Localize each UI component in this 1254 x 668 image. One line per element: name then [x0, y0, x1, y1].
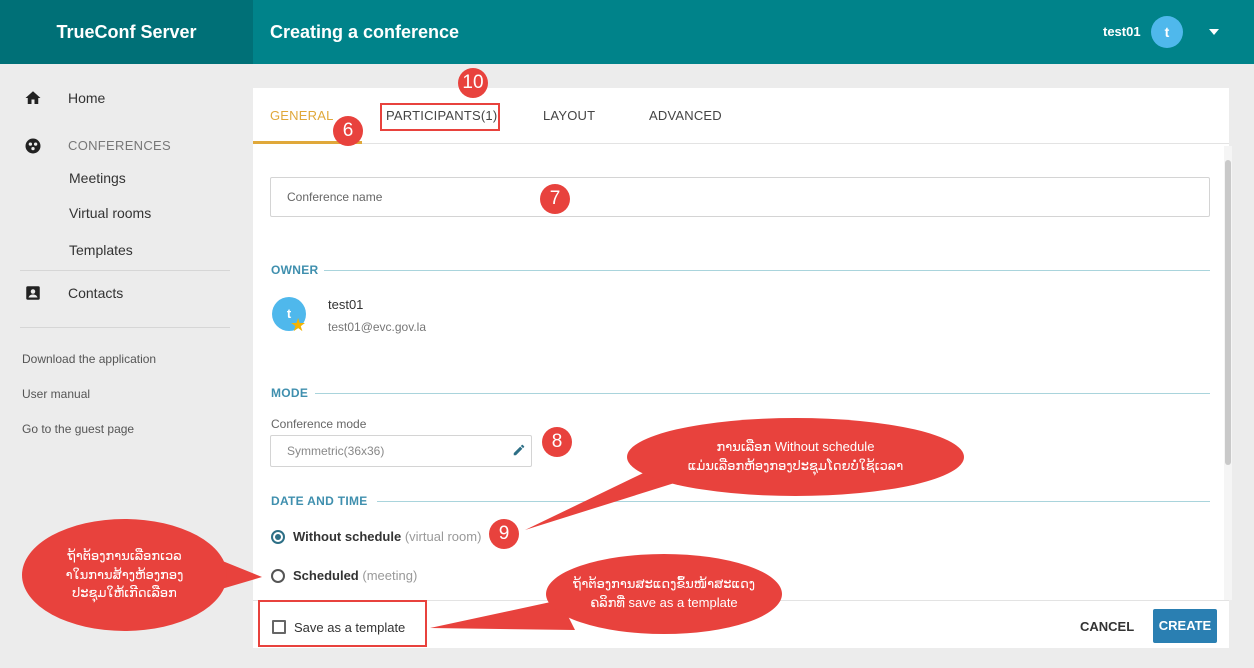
annotation-text: ປະຊຸມໃຫ້ເກີດເລືອກ	[72, 585, 177, 601]
annotation-text: ຄລິກທີ່ save as a template	[590, 595, 738, 610]
annotation-text: ການເລືອກ Without schedule	[716, 439, 875, 455]
annotation-bubble-without-schedule: ການເລືອກ Without schedule ແມ່ນເລືອກຫ້ອງກ…	[627, 418, 964, 496]
annotation-bubble-template: ຖ້າຕ້ອງການສະແດງຂຶ້ນໜ້າສະແດງ ຄລິກທີ່ save…	[546, 554, 782, 634]
annotation-text: ຖ້າຕ້ອງການສະແດງຂຶ້ນໜ້າສະແດງ	[572, 576, 756, 592]
annotation-bubble-scheduled: ຖ້າຕ້ອງການເລືອກເວລ າໃນການສ້າງຫ້ອງກອງ ປະຊ…	[22, 519, 227, 631]
annotation-text: ຖ້າຕ້ອງການເລືອກເວລ	[67, 547, 182, 563]
annotation-text: ແມ່ນເລືອກຫ້ອງກອງປະຊຸມໂດຍບໍ່ໃຊ້ເວລາ	[687, 458, 904, 473]
annotation-text: າໃນການສ້າງຫ້ອງກອງ	[65, 566, 184, 582]
